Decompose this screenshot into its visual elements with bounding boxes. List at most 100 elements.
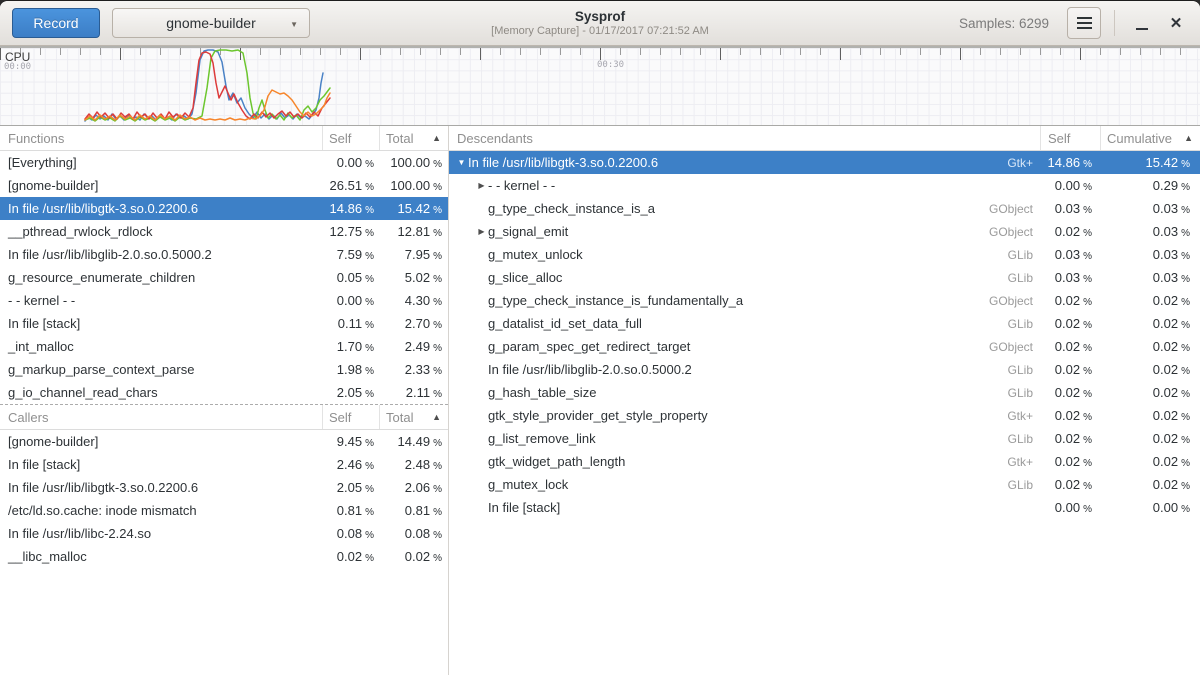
percent-sign: % [433, 297, 442, 308]
samples-count: Samples: 6299 [959, 16, 1049, 31]
function-name: [Everything] [0, 155, 322, 170]
functions-table-row[interactable]: In file /usr/lib/libgtk-3.so.0.2200.614.… [0, 197, 448, 220]
functions-table-row[interactable]: g_markup_parse_context_parse1.98%2.33% [0, 358, 448, 381]
callers-table-row[interactable]: In file /usr/lib/libgtk-3.so.0.2200.62.0… [0, 476, 448, 499]
descendants-self-column-header[interactable]: Self [1040, 126, 1100, 150]
descendants-table-row[interactable]: In file /usr/lib/libglib-2.0.so.0.5000.2… [449, 358, 1200, 381]
cumulative-percent: 0.02% [1100, 293, 1200, 308]
cumulative-percent: 0.29% [1100, 178, 1200, 193]
callers-column-header[interactable]: Callers [0, 405, 322, 429]
cpu-graph[interactable]: CPU 00:00 00:30 [0, 46, 1200, 126]
functions-table-row[interactable]: g_io_channel_read_chars2.05%2.11% [0, 381, 448, 404]
callers-table-row[interactable]: /etc/ld.so.cache: inode mismatch0.81%0.8… [0, 499, 448, 522]
percent-sign: % [1083, 159, 1092, 170]
self-percent: 0.00% [322, 155, 379, 170]
callers-self-column-header[interactable]: Self [322, 405, 379, 429]
functions-table-row[interactable]: [gnome-builder]26.51%100.00% [0, 174, 448, 197]
functions-self-column-header[interactable]: Self [322, 126, 379, 150]
descendants-table-row[interactable]: ▼In file /usr/lib/libgtk-3.so.0.2200.6Gt… [449, 151, 1200, 174]
percent-sign: % [433, 159, 442, 170]
percent-sign: % [365, 461, 374, 472]
descendant-name-cell: In file /usr/lib/libglib-2.0.so.0.5000.2 [449, 362, 1008, 377]
descendant-name-cell: gtk_widget_path_length [449, 454, 1007, 469]
functions-table-row[interactable]: - - kernel - -0.00%4.30% [0, 289, 448, 312]
descendant-name: g_type_check_instance_is_a [488, 201, 655, 216]
percent-sign: % [1181, 274, 1190, 285]
descendants-table-row[interactable]: gtk_style_provider_get_style_propertyGtk… [449, 404, 1200, 427]
descendants-column-header[interactable]: Descendants [449, 126, 1040, 150]
callers-table-row[interactable]: In file /usr/lib/libc-2.24.so0.08%0.08% [0, 522, 448, 545]
callers-total-column-header[interactable]: Total ▲ [379, 405, 448, 429]
record-button[interactable]: Record [12, 8, 100, 38]
self-percent: 0.05% [322, 270, 379, 285]
descendant-name: g_datalist_id_set_data_full [488, 316, 642, 331]
window-subtitle: [Memory Capture] - 01/17/2017 07:21:52 A… [491, 25, 709, 38]
descendants-table-row[interactable]: g_hash_table_sizeGLib0.02%0.02% [449, 381, 1200, 404]
self-percent: 0.02% [1040, 224, 1100, 239]
menu-button[interactable] [1067, 7, 1101, 39]
percent-sign: % [365, 507, 374, 518]
function-name: In file /usr/lib/libglib-2.0.so.0.5000.2 [0, 247, 322, 262]
total-percent: 2.48% [379, 457, 448, 472]
descendant-name-cell: In file [stack] [449, 500, 1033, 515]
percent-sign: % [365, 320, 374, 331]
descendants-header-row: Descendants Self Cumulative ▲ [449, 126, 1200, 151]
close-button[interactable]: ✕ [1162, 7, 1190, 39]
self-percent: 1.98% [322, 362, 379, 377]
callers-table-row[interactable]: In file [stack]2.46%2.48% [0, 453, 448, 476]
percent-sign: % [365, 553, 374, 564]
header-bar: Record gnome-builder ▼ Sysprof [Memory C… [0, 1, 1200, 46]
descendants-table-row[interactable]: g_type_check_instance_is_fundamentally_a… [449, 289, 1200, 312]
chevron-down-icon: ▼ [290, 20, 298, 29]
percent-sign: % [1083, 504, 1092, 515]
target-process-dropdown[interactable]: gnome-builder ▼ [112, 8, 310, 38]
descendants-table-row[interactable]: g_slice_allocGLib0.03%0.03% [449, 266, 1200, 289]
descendants-table-row[interactable]: g_list_remove_linkGLib0.02%0.02% [449, 427, 1200, 450]
percent-sign: % [365, 205, 374, 216]
descendants-table-row[interactable]: g_mutex_lockGLib0.02%0.02% [449, 473, 1200, 496]
descendants-cumulative-column-header[interactable]: Cumulative ▲ [1100, 126, 1200, 150]
descendants-table-row[interactable]: ▶- - kernel - -0.00%0.29% [449, 174, 1200, 197]
functions-table-row[interactable]: _int_malloc1.70%2.49% [0, 335, 448, 358]
percent-sign: % [433, 228, 442, 239]
expander-closed-icon[interactable]: ▶ [475, 227, 488, 236]
self-percent: 0.08% [322, 526, 379, 541]
percent-sign: % [433, 507, 442, 518]
descendants-table-row[interactable]: In file [stack]0.00%0.00% [449, 496, 1200, 519]
functions-column-header[interactable]: Functions [0, 126, 322, 150]
total-percent: 0.02% [379, 549, 448, 564]
functions-table-row[interactable]: In file [stack]0.11%2.70% [0, 312, 448, 335]
cumulative-percent: 0.03% [1100, 270, 1200, 285]
function-name: __pthread_rwlock_rdlock [0, 224, 322, 239]
function-name: In file [stack] [0, 457, 322, 472]
library-tag: Gtk+ [1007, 455, 1040, 469]
descendant-name-cell: g_type_check_instance_is_a [449, 201, 989, 216]
self-percent: 0.00% [322, 293, 379, 308]
functions-table-row[interactable]: In file /usr/lib/libglib-2.0.so.0.5000.2… [0, 243, 448, 266]
expander-open-icon[interactable]: ▼ [455, 158, 468, 167]
percent-sign: % [433, 274, 442, 285]
expander-closed-icon[interactable]: ▶ [475, 181, 488, 190]
functions-table-row[interactable]: g_resource_enumerate_children0.05%5.02% [0, 266, 448, 289]
self-percent: 2.05% [322, 480, 379, 495]
callers-table-row[interactable]: [gnome-builder]9.45%14.49% [0, 430, 448, 453]
percent-sign: % [1181, 320, 1190, 331]
function-name: In file [stack] [0, 316, 322, 331]
functions-list: [Everything]0.00%100.00%[gnome-builder]2… [0, 151, 448, 404]
self-percent: 0.00% [1040, 500, 1100, 515]
functions-table-row[interactable]: __pthread_rwlock_rdlock12.75%12.81% [0, 220, 448, 243]
descendants-table-row[interactable]: g_mutex_unlockGLib0.03%0.03% [449, 243, 1200, 266]
self-percent: 9.45% [322, 434, 379, 449]
descendants-table-row[interactable]: g_datalist_id_set_data_fullGLib0.02%0.02… [449, 312, 1200, 335]
descendants-table-row[interactable]: ▶g_signal_emitGObject0.02%0.03% [449, 220, 1200, 243]
percent-sign: % [1181, 182, 1190, 193]
functions-total-column-header[interactable]: Total ▲ [379, 126, 448, 150]
descendants-table-row[interactable]: g_param_spec_get_redirect_targetGObject0… [449, 335, 1200, 358]
minimize-button[interactable] [1128, 7, 1156, 39]
descendants-table-row[interactable]: g_type_check_instance_is_aGObject0.03%0.… [449, 197, 1200, 220]
library-tag: Gtk+ [1007, 409, 1040, 423]
percent-sign: % [365, 484, 374, 495]
callers-table-row[interactable]: __libc_malloc0.02%0.02% [0, 545, 448, 568]
functions-table-row[interactable]: [Everything]0.00%100.00% [0, 151, 448, 174]
descendants-table-row[interactable]: gtk_widget_path_lengthGtk+0.02%0.02% [449, 450, 1200, 473]
